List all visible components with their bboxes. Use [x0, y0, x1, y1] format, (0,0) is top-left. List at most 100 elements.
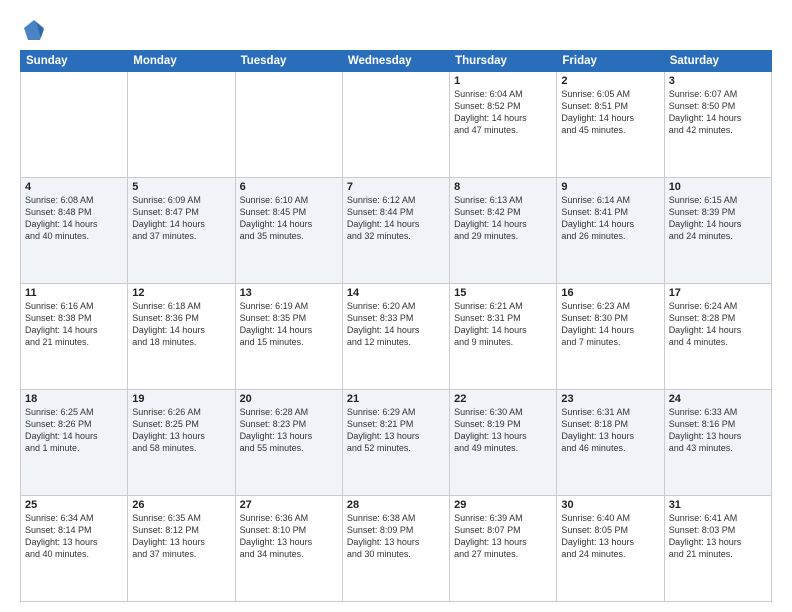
day-number: 19	[132, 393, 230, 405]
day-number: 2	[561, 75, 659, 87]
day-info: Sunrise: 6:04 AM Sunset: 8:52 PM Dayligh…	[454, 88, 552, 137]
weekday-header-tuesday: Tuesday	[235, 51, 342, 72]
calendar-cell: 19Sunrise: 6:26 AM Sunset: 8:25 PM Dayli…	[128, 390, 235, 496]
day-number: 20	[240, 393, 338, 405]
calendar-cell: 24Sunrise: 6:33 AM Sunset: 8:16 PM Dayli…	[664, 390, 771, 496]
calendar-cell	[21, 72, 128, 178]
day-number: 18	[25, 393, 123, 405]
calendar-cell: 16Sunrise: 6:23 AM Sunset: 8:30 PM Dayli…	[557, 284, 664, 390]
calendar-cell: 18Sunrise: 6:25 AM Sunset: 8:26 PM Dayli…	[21, 390, 128, 496]
calendar-cell: 29Sunrise: 6:39 AM Sunset: 8:07 PM Dayli…	[450, 496, 557, 602]
calendar-cell: 9Sunrise: 6:14 AM Sunset: 8:41 PM Daylig…	[557, 178, 664, 284]
day-info: Sunrise: 6:34 AM Sunset: 8:14 PM Dayligh…	[25, 512, 123, 561]
calendar-cell: 7Sunrise: 6:12 AM Sunset: 8:44 PM Daylig…	[342, 178, 449, 284]
day-number: 24	[669, 393, 767, 405]
calendar-cell: 17Sunrise: 6:24 AM Sunset: 8:28 PM Dayli…	[664, 284, 771, 390]
calendar-cell: 13Sunrise: 6:19 AM Sunset: 8:35 PM Dayli…	[235, 284, 342, 390]
calendar-cell: 23Sunrise: 6:31 AM Sunset: 8:18 PM Dayli…	[557, 390, 664, 496]
day-info: Sunrise: 6:13 AM Sunset: 8:42 PM Dayligh…	[454, 194, 552, 243]
day-info: Sunrise: 6:12 AM Sunset: 8:44 PM Dayligh…	[347, 194, 445, 243]
day-number: 8	[454, 181, 552, 193]
weekday-header-thursday: Thursday	[450, 51, 557, 72]
calendar-cell	[342, 72, 449, 178]
logo	[20, 18, 44, 40]
day-info: Sunrise: 6:10 AM Sunset: 8:45 PM Dayligh…	[240, 194, 338, 243]
day-number: 11	[25, 287, 123, 299]
day-number: 14	[347, 287, 445, 299]
day-info: Sunrise: 6:08 AM Sunset: 8:48 PM Dayligh…	[25, 194, 123, 243]
weekday-header-sunday: Sunday	[21, 51, 128, 72]
weekday-header-friday: Friday	[557, 51, 664, 72]
day-info: Sunrise: 6:14 AM Sunset: 8:41 PM Dayligh…	[561, 194, 659, 243]
day-info: Sunrise: 6:16 AM Sunset: 8:38 PM Dayligh…	[25, 300, 123, 349]
day-info: Sunrise: 6:30 AM Sunset: 8:19 PM Dayligh…	[454, 406, 552, 455]
day-info: Sunrise: 6:29 AM Sunset: 8:21 PM Dayligh…	[347, 406, 445, 455]
calendar-cell: 11Sunrise: 6:16 AM Sunset: 8:38 PM Dayli…	[21, 284, 128, 390]
day-info: Sunrise: 6:40 AM Sunset: 8:05 PM Dayligh…	[561, 512, 659, 561]
day-info: Sunrise: 6:25 AM Sunset: 8:26 PM Dayligh…	[25, 406, 123, 455]
day-number: 25	[25, 499, 123, 511]
day-number: 28	[347, 499, 445, 511]
calendar-cell	[128, 72, 235, 178]
day-info: Sunrise: 6:36 AM Sunset: 8:10 PM Dayligh…	[240, 512, 338, 561]
calendar-cell: 26Sunrise: 6:35 AM Sunset: 8:12 PM Dayli…	[128, 496, 235, 602]
calendar-cell: 22Sunrise: 6:30 AM Sunset: 8:19 PM Dayli…	[450, 390, 557, 496]
weekday-header-monday: Monday	[128, 51, 235, 72]
day-number: 10	[669, 181, 767, 193]
day-number: 21	[347, 393, 445, 405]
day-info: Sunrise: 6:26 AM Sunset: 8:25 PM Dayligh…	[132, 406, 230, 455]
calendar-cell: 1Sunrise: 6:04 AM Sunset: 8:52 PM Daylig…	[450, 72, 557, 178]
day-number: 1	[454, 75, 552, 87]
day-info: Sunrise: 6:39 AM Sunset: 8:07 PM Dayligh…	[454, 512, 552, 561]
day-info: Sunrise: 6:41 AM Sunset: 8:03 PM Dayligh…	[669, 512, 767, 561]
calendar-cell: 5Sunrise: 6:09 AM Sunset: 8:47 PM Daylig…	[128, 178, 235, 284]
page: SundayMondayTuesdayWednesdayThursdayFrid…	[0, 0, 792, 612]
calendar-cell: 2Sunrise: 6:05 AM Sunset: 8:51 PM Daylig…	[557, 72, 664, 178]
day-info: Sunrise: 6:28 AM Sunset: 8:23 PM Dayligh…	[240, 406, 338, 455]
day-number: 23	[561, 393, 659, 405]
day-number: 22	[454, 393, 552, 405]
day-number: 26	[132, 499, 230, 511]
calendar-cell: 10Sunrise: 6:15 AM Sunset: 8:39 PM Dayli…	[664, 178, 771, 284]
day-info: Sunrise: 6:24 AM Sunset: 8:28 PM Dayligh…	[669, 300, 767, 349]
calendar-cell: 6Sunrise: 6:10 AM Sunset: 8:45 PM Daylig…	[235, 178, 342, 284]
day-number: 12	[132, 287, 230, 299]
calendar-cell: 15Sunrise: 6:21 AM Sunset: 8:31 PM Dayli…	[450, 284, 557, 390]
calendar-cell: 28Sunrise: 6:38 AM Sunset: 8:09 PM Dayli…	[342, 496, 449, 602]
day-number: 13	[240, 287, 338, 299]
day-number: 31	[669, 499, 767, 511]
logo-icon	[22, 18, 44, 40]
day-info: Sunrise: 6:38 AM Sunset: 8:09 PM Dayligh…	[347, 512, 445, 561]
calendar-cell: 4Sunrise: 6:08 AM Sunset: 8:48 PM Daylig…	[21, 178, 128, 284]
day-info: Sunrise: 6:05 AM Sunset: 8:51 PM Dayligh…	[561, 88, 659, 137]
day-number: 6	[240, 181, 338, 193]
calendar-cell: 25Sunrise: 6:34 AM Sunset: 8:14 PM Dayli…	[21, 496, 128, 602]
calendar-cell: 8Sunrise: 6:13 AM Sunset: 8:42 PM Daylig…	[450, 178, 557, 284]
calendar-cell: 30Sunrise: 6:40 AM Sunset: 8:05 PM Dayli…	[557, 496, 664, 602]
calendar-cell: 14Sunrise: 6:20 AM Sunset: 8:33 PM Dayli…	[342, 284, 449, 390]
day-info: Sunrise: 6:21 AM Sunset: 8:31 PM Dayligh…	[454, 300, 552, 349]
day-info: Sunrise: 6:35 AM Sunset: 8:12 PM Dayligh…	[132, 512, 230, 561]
day-number: 15	[454, 287, 552, 299]
day-info: Sunrise: 6:33 AM Sunset: 8:16 PM Dayligh…	[669, 406, 767, 455]
day-number: 9	[561, 181, 659, 193]
day-number: 16	[561, 287, 659, 299]
weekday-header-wednesday: Wednesday	[342, 51, 449, 72]
day-info: Sunrise: 6:20 AM Sunset: 8:33 PM Dayligh…	[347, 300, 445, 349]
day-number: 29	[454, 499, 552, 511]
day-number: 5	[132, 181, 230, 193]
day-info: Sunrise: 6:19 AM Sunset: 8:35 PM Dayligh…	[240, 300, 338, 349]
day-info: Sunrise: 6:23 AM Sunset: 8:30 PM Dayligh…	[561, 300, 659, 349]
day-number: 27	[240, 499, 338, 511]
day-number: 30	[561, 499, 659, 511]
day-number: 7	[347, 181, 445, 193]
weekday-header-saturday: Saturday	[664, 51, 771, 72]
calendar-cell: 27Sunrise: 6:36 AM Sunset: 8:10 PM Dayli…	[235, 496, 342, 602]
calendar-table: SundayMondayTuesdayWednesdayThursdayFrid…	[20, 50, 772, 602]
header	[20, 18, 772, 40]
calendar-cell: 31Sunrise: 6:41 AM Sunset: 8:03 PM Dayli…	[664, 496, 771, 602]
day-info: Sunrise: 6:15 AM Sunset: 8:39 PM Dayligh…	[669, 194, 767, 243]
day-number: 17	[669, 287, 767, 299]
day-info: Sunrise: 6:09 AM Sunset: 8:47 PM Dayligh…	[132, 194, 230, 243]
day-info: Sunrise: 6:07 AM Sunset: 8:50 PM Dayligh…	[669, 88, 767, 137]
